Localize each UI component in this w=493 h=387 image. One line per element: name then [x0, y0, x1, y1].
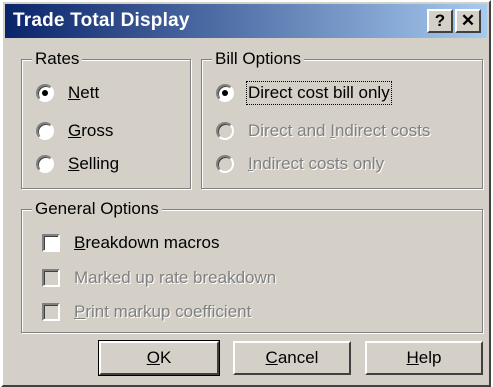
checkbox-label: Marked up rate breakdown — [74, 268, 277, 287]
trade-total-display-dialog: Trade Total Display ? ✕ Rates Nett Gross… — [1, 0, 491, 387]
rates-legend: Rates — [32, 49, 83, 69]
help-button[interactable]: Help — [365, 341, 483, 375]
rate-option-label: Gross — [68, 121, 114, 140]
radio-icon[interactable] — [36, 122, 54, 140]
question-mark-icon: ? — [434, 11, 446, 30]
bill-option-indirect-only[interactable]: Indirect costs only — [216, 152, 384, 176]
rate-option-gross[interactable]: Gross — [36, 119, 113, 143]
checkbox-icon[interactable] — [42, 234, 60, 252]
title-bar[interactable]: Trade Total Display ? ✕ — [5, 4, 487, 38]
checkbox-icon[interactable] — [42, 269, 60, 287]
rate-option-label: Selling — [68, 154, 120, 173]
print-markup-coefficient-checkbox[interactable]: Print markup coefficient — [42, 300, 251, 324]
bill-option-label: Indirect costs only — [248, 154, 385, 173]
radio-icon[interactable] — [36, 84, 54, 102]
radio-icon[interactable] — [216, 122, 234, 140]
rate-option-label: Nett — [68, 83, 100, 102]
radio-icon[interactable] — [216, 84, 234, 102]
bill-option-label: Direct and Indirect costs — [248, 121, 431, 140]
help-title-button[interactable]: ? — [427, 9, 453, 33]
bill-option-direct-and-indirect[interactable]: Direct and Indirect costs — [216, 119, 430, 143]
breakdown-macros-checkbox[interactable]: Breakdown macros — [42, 231, 220, 255]
window-title: Trade Total Display — [13, 10, 190, 31]
bill-options-legend: Bill Options — [212, 49, 304, 69]
bill-options-group: Bill Options Direct cost bill only Direc… — [201, 49, 483, 189]
bill-option-label: Direct cost bill only — [246, 81, 392, 105]
radio-icon[interactable] — [216, 155, 234, 173]
general-options-group: General Options Breakdown macros Marked … — [21, 199, 483, 333]
checkbox-label: Breakdown macros — [74, 233, 220, 252]
marked-up-rate-breakdown-checkbox[interactable]: Marked up rate breakdown — [42, 266, 276, 290]
general-options-legend: General Options — [32, 199, 162, 219]
rate-option-nett[interactable]: Nett — [36, 81, 99, 105]
checkbox-icon[interactable] — [42, 303, 60, 321]
rates-group: Rates Nett Gross Selling — [21, 49, 191, 189]
bill-option-direct-only[interactable]: Direct cost bill only — [216, 81, 392, 105]
checkbox-label: Print markup coefficient — [74, 302, 252, 321]
ok-button[interactable]: OK — [98, 340, 220, 376]
cancel-button[interactable]: Cancel — [233, 341, 351, 375]
rate-option-selling[interactable]: Selling — [36, 152, 119, 176]
close-icon: ✕ — [460, 11, 476, 30]
close-button[interactable]: ✕ — [455, 9, 481, 33]
radio-icon[interactable] — [36, 155, 54, 173]
